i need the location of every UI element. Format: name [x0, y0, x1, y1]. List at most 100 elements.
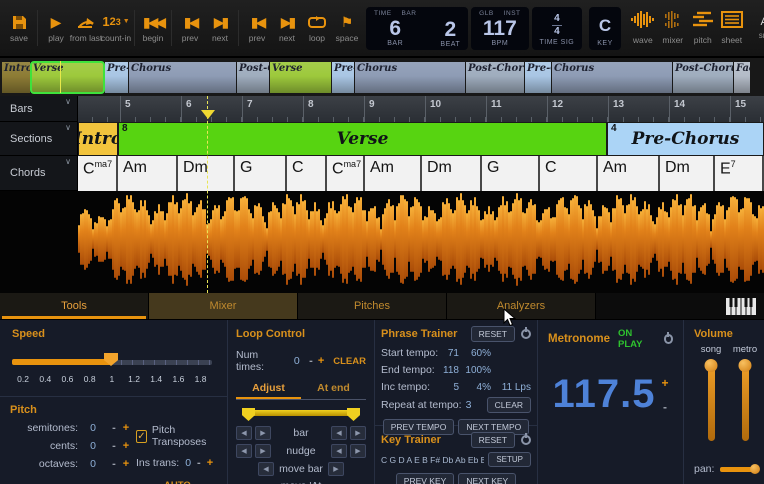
- mixer-view-button[interactable]: mixer: [661, 11, 685, 45]
- key-power-icon[interactable]: [521, 435, 531, 445]
- bar-right-button[interactable]: ▶: [350, 426, 366, 440]
- nudge-left-button[interactable]: ◀: [331, 444, 347, 458]
- next-marker-button[interactable]: ▶▮ next: [272, 10, 302, 46]
- chord-cell[interactable]: C: [540, 156, 598, 191]
- metronome-plus-button[interactable]: +: [661, 376, 668, 390]
- chord-cell[interactable]: E7: [715, 156, 764, 191]
- nudge-right-button[interactable]: ▶: [255, 444, 271, 458]
- song-volume-knob[interactable]: [704, 359, 718, 372]
- metro-volume-slider[interactable]: [728, 359, 762, 445]
- chord-cell[interactable]: Dm: [660, 156, 715, 191]
- metronome-power-icon[interactable]: [663, 334, 673, 344]
- key-display[interactable]: C KEY: [589, 6, 621, 50]
- sheet-view-button[interactable]: sheet: [720, 11, 743, 45]
- overview-segment[interactable]: Pre-Chorus: [105, 61, 128, 93]
- overview-segment[interactable]: Post-Chorus x 2: [673, 61, 733, 93]
- cents-minus-button[interactable]: -: [108, 440, 120, 452]
- overview-segment[interactable]: Post-Chorus x 2: [466, 61, 524, 93]
- chord-cell[interactable]: Cma7: [78, 156, 118, 191]
- overview-segment[interactable]: Chorus: [355, 61, 465, 93]
- prev-key-button[interactable]: PREV KEY: [395, 473, 455, 484]
- semitones-minus-button[interactable]: -: [108, 422, 120, 434]
- auto-pitch-button[interactable]: AUTO PITCH: [164, 480, 217, 484]
- audio-track[interactable]: [0, 191, 764, 293]
- section-block[interactable]: Verse 8: [118, 122, 607, 156]
- piano-keyboard-icon[interactable]: [726, 298, 756, 320]
- phrase-reset-button[interactable]: RESET: [470, 326, 515, 342]
- playhead[interactable]: [201, 96, 215, 293]
- track-label-sections[interactable]: Sections ∨: [0, 122, 78, 156]
- prev-marker-button[interactable]: ▮◀ prev: [242, 10, 272, 46]
- play-button[interactable]: ▶ play: [41, 10, 71, 46]
- song-volume-slider[interactable]: [694, 359, 728, 445]
- chord-cell[interactable]: G: [235, 156, 287, 191]
- bar-beat-display[interactable]: TIME BAR 6 BAR 2 BEAT: [366, 6, 469, 50]
- bar-left-button[interactable]: ◀: [236, 426, 252, 440]
- loop-button[interactable]: loop: [302, 10, 332, 46]
- snap-to-control[interactable]: Auto snap to: [759, 16, 764, 40]
- ruler-cell[interactable]: 12: [547, 96, 608, 122]
- ins-trans-minus-button[interactable]: -: [197, 457, 201, 469]
- chord-cell[interactable]: Cma7: [327, 156, 365, 191]
- ruler-cell[interactable]: [78, 96, 120, 122]
- overview-segment[interactable]: Fadeout: [734, 61, 750, 93]
- pan-slider[interactable]: [720, 463, 761, 474]
- begin-button[interactable]: ▮◀◀ begin: [138, 10, 168, 46]
- waveform[interactable]: [78, 191, 764, 287]
- overview-segment[interactable]: Chorus: [129, 61, 236, 93]
- loop-tab-adjust[interactable]: Adjust: [236, 382, 301, 399]
- ruler-cell[interactable]: 8: [303, 96, 364, 122]
- chord-cell[interactable]: Dm: [422, 156, 482, 191]
- time-sig-display[interactable]: 4 4 TIME SIG: [531, 6, 583, 50]
- tab-tools[interactable]: Tools: [0, 293, 149, 319]
- metronome-minus-button[interactable]: -: [663, 400, 667, 414]
- nudge-right-button[interactable]: ▶: [350, 444, 366, 458]
- ruler-cell[interactable]: 13: [608, 96, 669, 122]
- phrase-power-icon[interactable]: [521, 329, 531, 339]
- prev-section-button[interactable]: ▮◀ prev: [175, 10, 205, 46]
- loop-end-handle[interactable]: [347, 408, 360, 421]
- ruler-cell[interactable]: 10: [425, 96, 486, 122]
- chevron-down-icon[interactable]: ∨: [65, 123, 71, 132]
- move-bar-right-button[interactable]: ▶: [328, 462, 344, 476]
- chord-cell[interactable]: C: [287, 156, 327, 191]
- chord-cell[interactable]: Am: [598, 156, 660, 191]
- chevron-down-icon[interactable]: ∨: [65, 157, 71, 166]
- key-reset-button[interactable]: RESET: [470, 432, 515, 448]
- overview-segment[interactable]: Verse: [270, 61, 331, 93]
- ins-trans-plus-button[interactable]: +: [207, 457, 213, 469]
- play-from-last-button[interactable]: from last: [70, 10, 102, 46]
- pan-knob[interactable]: [750, 463, 761, 474]
- metro-volume-knob[interactable]: [738, 359, 752, 372]
- ruler-cell[interactable]: 14: [669, 96, 730, 122]
- ruler-cell[interactable]: 15: [730, 96, 763, 122]
- bar-left-button[interactable]: ◀: [331, 426, 347, 440]
- overview-strip[interactable]: IntroVersePre-ChorusChorusPost-ChorusVer…: [0, 58, 764, 96]
- key-setup-button[interactable]: SETUP: [488, 452, 531, 467]
- ruler-cell[interactable]: 11: [486, 96, 547, 122]
- track-label-chords[interactable]: Chords ∨: [0, 156, 78, 191]
- chevron-down-icon[interactable]: ∨: [65, 97, 71, 106]
- overview-segment[interactable]: Pre-Chorus: [332, 61, 354, 93]
- move-bar-left-button[interactable]: ◀: [258, 462, 274, 476]
- loop-range-slider[interactable]: [242, 408, 360, 422]
- overview-segment[interactable]: Verse: [30, 60, 105, 94]
- octaves-plus-button[interactable]: +: [120, 458, 132, 470]
- octaves-minus-button[interactable]: -: [108, 458, 120, 470]
- loop-start-handle[interactable]: [242, 408, 255, 421]
- tab-analyzers[interactable]: Analyzers: [447, 293, 596, 319]
- bar-right-button[interactable]: ▶: [255, 426, 271, 440]
- save-button[interactable]: save: [4, 10, 34, 46]
- section-block[interactable]: Pre-Chorus 4: [607, 122, 764, 156]
- tab-mixer[interactable]: Mixer: [149, 293, 298, 319]
- chord-cell[interactable]: Am: [118, 156, 178, 191]
- loop-tab-at-end[interactable]: At end: [301, 382, 366, 399]
- tab-pitches[interactable]: Pitches: [298, 293, 447, 319]
- num-times-minus-button[interactable]: -: [309, 355, 313, 367]
- overview-segment[interactable]: Chorus: [552, 61, 672, 93]
- semitones-plus-button[interactable]: +: [120, 422, 132, 434]
- next-section-button[interactable]: ▶▮ next: [205, 10, 235, 46]
- bar-ruler[interactable]: 5 6 7 8 9 10 11 12 13 14 15: [78, 96, 764, 122]
- next-key-button[interactable]: NEXT KEY: [458, 473, 517, 484]
- ruler-cell[interactable]: 9: [364, 96, 425, 122]
